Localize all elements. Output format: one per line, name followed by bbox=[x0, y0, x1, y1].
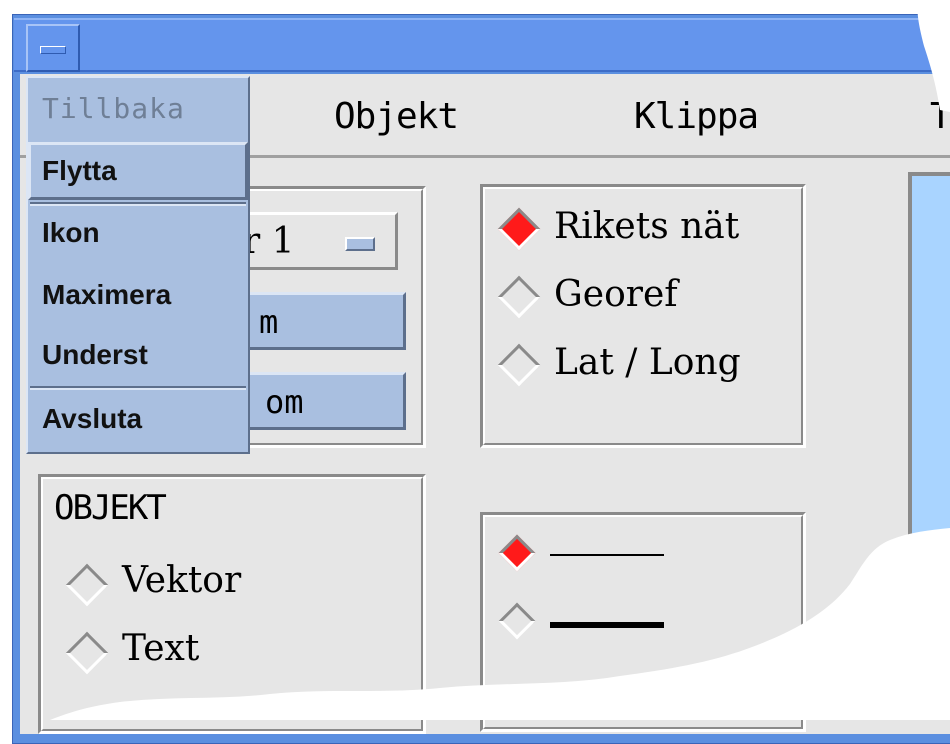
layer-option-menu[interactable]: r 1 bbox=[232, 212, 398, 270]
menu-truncated[interactable]: T bbox=[930, 96, 950, 137]
radio-label: Lat / Long bbox=[554, 342, 741, 383]
window-menu-button[interactable] bbox=[26, 24, 80, 72]
thin-line-sample bbox=[550, 554, 664, 556]
radio-label: Rikets nät bbox=[554, 206, 740, 247]
object-group-title: OBJEKT bbox=[54, 488, 167, 528]
radio-unselected-icon bbox=[65, 631, 109, 675]
option-menu-indicator-icon bbox=[345, 237, 375, 251]
window-menu-popup: Tillbaka Flytta Ikon Maximera Underst Av… bbox=[26, 76, 250, 454]
menu-item-underst[interactable]: Underst bbox=[28, 326, 248, 384]
menu-item-tillbaka[interactable]: Tillbaka bbox=[28, 80, 248, 138]
radio-line-thin[interactable] bbox=[496, 530, 696, 576]
radio-lat-long[interactable]: Lat / Long bbox=[496, 336, 796, 392]
radio-selected-icon bbox=[497, 207, 541, 251]
radio-line-thick[interactable] bbox=[496, 598, 696, 644]
thick-line-sample bbox=[550, 622, 664, 628]
radio-georef[interactable]: Georef bbox=[496, 268, 796, 324]
radio-unselected-icon bbox=[497, 275, 541, 319]
title-bar[interactable] bbox=[14, 18, 950, 72]
radio-label: Georef bbox=[554, 274, 678, 315]
radio-label: Vektor bbox=[122, 560, 242, 601]
window-menu-icon bbox=[40, 46, 66, 54]
menu-klippa[interactable]: Klippa bbox=[634, 96, 759, 137]
menu-objekt[interactable]: Objekt bbox=[334, 96, 459, 137]
radio-label: Text bbox=[122, 628, 200, 669]
layer-button-2[interactable]: om bbox=[236, 372, 406, 430]
radio-unselected-icon bbox=[65, 563, 109, 607]
radio-rikets-nat[interactable]: Rikets nät bbox=[496, 200, 796, 256]
menu-item-avsluta[interactable]: Avsluta bbox=[28, 390, 248, 448]
layer-button-1[interactable]: m bbox=[236, 292, 406, 350]
menu-item-ikon[interactable]: Ikon bbox=[28, 204, 248, 262]
layer-button-2-label: om bbox=[265, 383, 304, 421]
map-canvas[interactable] bbox=[908, 172, 950, 552]
menu-item-maximera[interactable]: Maximera bbox=[28, 266, 248, 324]
menu-item-flytta[interactable]: Flytta bbox=[28, 142, 248, 200]
radio-selected-icon bbox=[498, 534, 536, 572]
radio-unselected-icon bbox=[497, 343, 541, 387]
radio-vektor[interactable]: Vektor bbox=[62, 556, 362, 612]
layer-button-1-label: m bbox=[259, 303, 279, 341]
radio-text[interactable]: Text bbox=[62, 624, 362, 680]
radio-unselected-icon bbox=[498, 602, 536, 640]
layer-option-value: r 1 bbox=[243, 221, 295, 262]
